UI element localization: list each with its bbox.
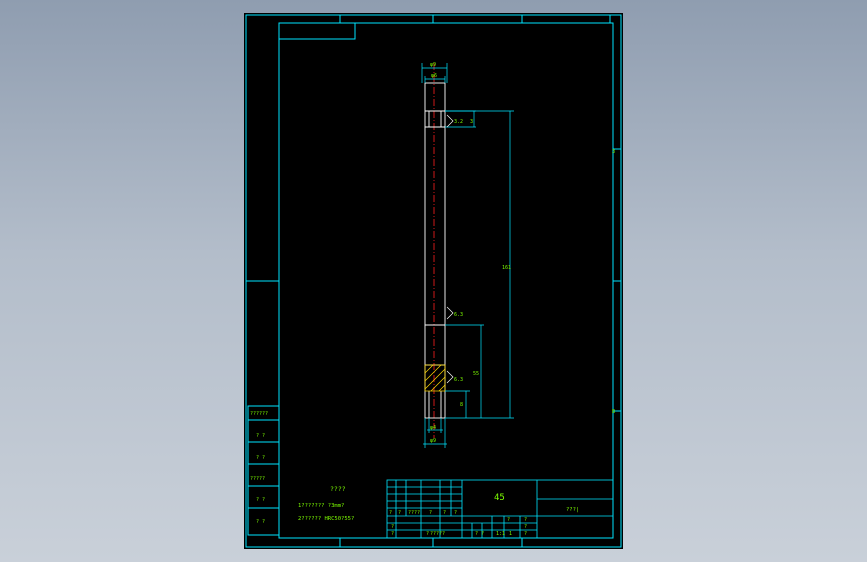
tb-row-c-2: ? bbox=[524, 517, 527, 523]
tb-row-a-1: ? bbox=[389, 510, 392, 516]
dim-total-length: 161 bbox=[502, 265, 511, 271]
tb-row-a-2: ? bbox=[398, 510, 401, 516]
tb-sheet: ? ? bbox=[475, 531, 484, 537]
dim-step-height: 3 bbox=[470, 119, 473, 125]
cad-drawing: 3 B ?????? ? ? ? ? ????? ? ? ? ? φ9 φ6 3… bbox=[245, 14, 622, 548]
roughness-symbols bbox=[446, 114, 454, 384]
tb-row-c-1: ? bbox=[507, 517, 510, 523]
pin-lower bbox=[424, 324, 446, 419]
side-label-5: ? ? bbox=[256, 497, 265, 503]
tb-row-c-3: ? bbox=[524, 524, 527, 530]
roughness-lower: 6.3 bbox=[454, 377, 463, 383]
dim-bottom-length: 8 bbox=[460, 402, 463, 408]
side-label-4: ????? bbox=[250, 476, 265, 482]
tb-row-c-4: 1 bbox=[509, 531, 512, 537]
dim-lower-length: 55 bbox=[473, 371, 479, 377]
roughness-upper: 3.2 bbox=[454, 119, 463, 125]
zone-mark-3: 3 bbox=[612, 149, 615, 155]
material-label: 45 bbox=[494, 493, 505, 503]
note-2: 2?????? HRC50?55? bbox=[298, 516, 354, 522]
tb-row-b-1: ? bbox=[391, 524, 394, 530]
tb-row-a-4: ? bbox=[429, 510, 432, 516]
note-1: 1??????? ?3mm? bbox=[298, 503, 344, 509]
dim-head-width: φ6 bbox=[431, 73, 437, 79]
dim-top-width: φ9 bbox=[430, 62, 436, 68]
tb-standard: ????? bbox=[430, 531, 445, 537]
dim-bottom-hole: φ4 bbox=[430, 425, 436, 431]
inner-border bbox=[278, 22, 614, 539]
side-label-1: ?????? bbox=[250, 411, 268, 417]
side-label-6: ? ? bbox=[256, 519, 265, 525]
tb-row-c-5: ? bbox=[524, 531, 527, 537]
drawing-sheet: 3 B ?????? ? ? ? ? ????? ? ? ? ? φ9 φ6 3… bbox=[244, 13, 623, 549]
pin-shank bbox=[424, 126, 446, 326]
tb-scale: 1:1 bbox=[496, 531, 505, 537]
notes-title: ???? bbox=[330, 485, 346, 493]
dimension-lines bbox=[421, 63, 514, 448]
part-name: ???| bbox=[566, 507, 579, 513]
side-label-3: ? ? bbox=[256, 455, 265, 461]
tb-row-a-3: ???? bbox=[408, 510, 420, 516]
tb-row-b-3: ? bbox=[426, 531, 429, 537]
code-box bbox=[278, 22, 356, 40]
outer-border bbox=[245, 14, 622, 548]
tb-row-a-5: ? bbox=[443, 510, 446, 516]
roughness-mid: 6.3 bbox=[454, 312, 463, 318]
pin-head bbox=[424, 82, 446, 128]
zone-mark-b: B bbox=[612, 409, 615, 415]
tb-row-b-2: ? bbox=[391, 531, 394, 537]
zone-ticks bbox=[339, 15, 621, 547]
side-label-2: ? ? bbox=[256, 433, 265, 439]
pin-part bbox=[424, 63, 446, 438]
dim-bottom-width: φ9 bbox=[430, 438, 436, 444]
tb-row-a-6: ? bbox=[454, 510, 457, 516]
section-hatch bbox=[424, 364, 446, 392]
